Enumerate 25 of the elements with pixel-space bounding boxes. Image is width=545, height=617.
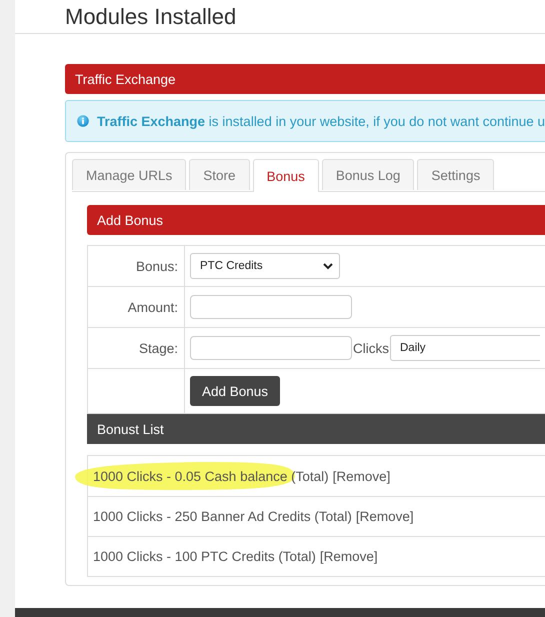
amount-field[interactable]: [190, 295, 352, 319]
field-label: Bonus:: [136, 258, 178, 274]
section-header: Bonust List: [87, 414, 545, 444]
notice-text: Traffic Exchange is installed in your website, if you do not want continue u: [97, 114, 545, 128]
bonus-entry: 1000 Clicks - 250 Banner Ad Credits (Total): [93, 509, 352, 524]
chevron-icon: [323, 262, 333, 270]
remove-link[interactable]: [Remove]: [356, 509, 414, 524]
page-title: Modules Installed: [64, 3, 238, 31]
period-select[interactable]: Daily: [390, 335, 540, 361]
unit-label: Clicks: [353, 340, 389, 356]
field-label: Stage:: [138, 340, 178, 356]
remove-link[interactable]: [Remove]: [332, 468, 390, 484]
tab[interactable]: Manage URLs: [72, 159, 186, 190]
tab[interactable]: Store: [189, 159, 250, 190]
tab[interactable]: Settings: [417, 159, 494, 190]
bonus-entry: 1000 Clicks - 100 PTC Credits (Total): [93, 549, 316, 564]
panel-header: Traffic Exchange: [65, 64, 545, 94]
remove-link[interactable]: [Remove]: [320, 549, 378, 564]
section-header: Add Bonus: [87, 205, 545, 235]
tab[interactable]: Bonus Log: [322, 159, 414, 190]
bonus-select[interactable]: PTC Credits: [190, 253, 340, 279]
stage-field[interactable]: [190, 336, 352, 360]
tab[interactable]: Bonus: [252, 159, 319, 192]
add-bonus-button[interactable]: Add Bonus: [190, 376, 280, 406]
field-label: Amount:: [128, 300, 178, 314]
